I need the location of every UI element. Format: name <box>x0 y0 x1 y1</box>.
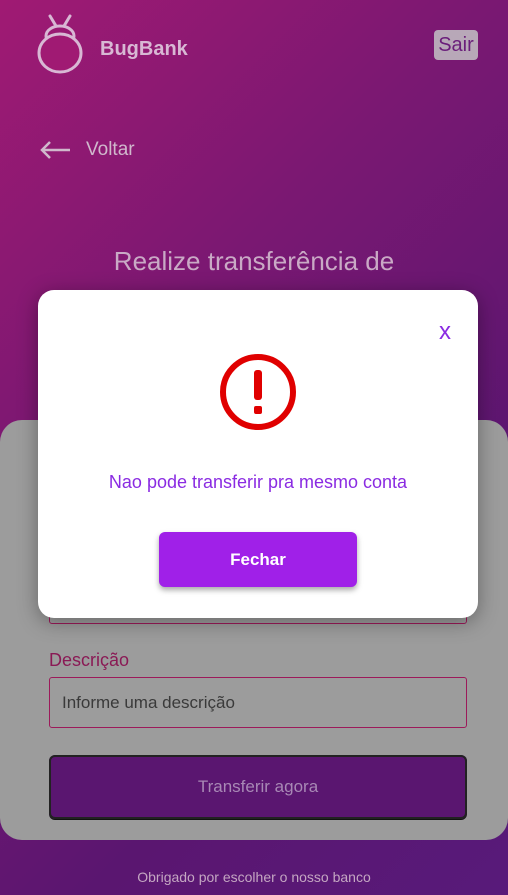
error-modal: x Nao pode transferir pra mesmo conta Fe… <box>38 290 478 618</box>
close-modal-button[interactable]: x <box>439 318 451 346</box>
close-button[interactable]: Fechar <box>159 532 357 587</box>
error-icon <box>220 354 296 430</box>
modal-message: Nao pode transferir pra mesmo conta <box>108 472 408 492</box>
